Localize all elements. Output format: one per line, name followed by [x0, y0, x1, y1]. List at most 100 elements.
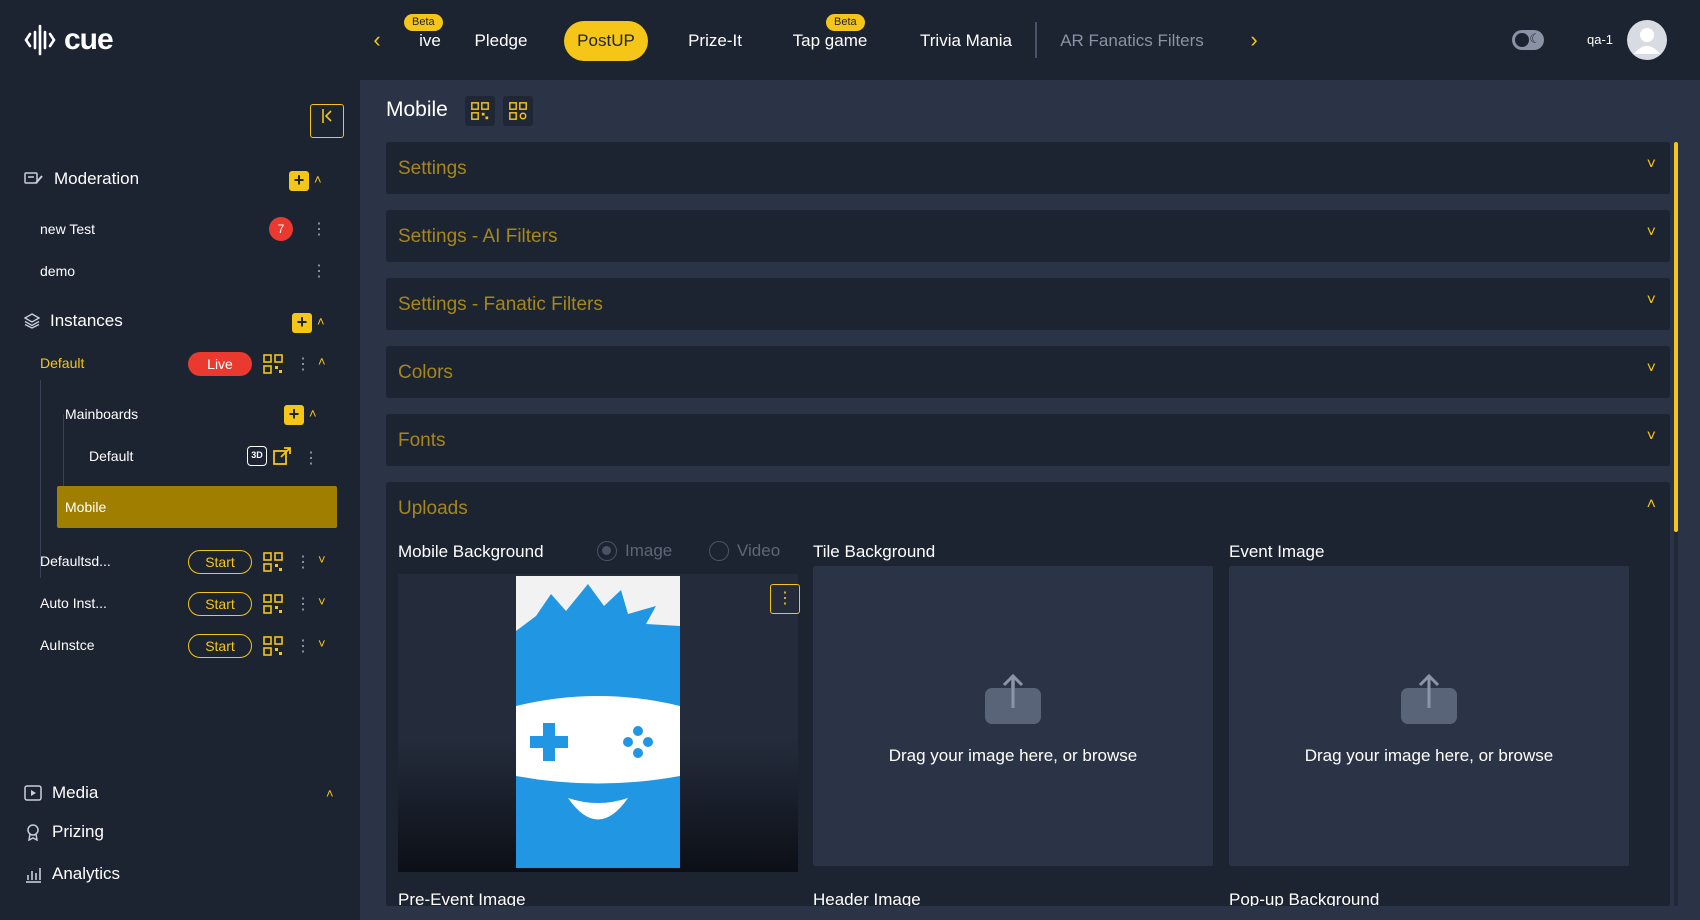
accordion-title: Settings - Fanatic Filters: [398, 294, 603, 315]
mainboards-header[interactable]: Mainboards: [65, 406, 138, 422]
tab-postup[interactable]: PostUP: [564, 21, 648, 61]
accordion-title: Fonts: [398, 430, 446, 451]
page-title: Mobile: [386, 98, 448, 121]
instance-auto-inst[interactable]: Auto Inst...: [40, 595, 107, 611]
moderation-section-header[interactable]: Moderation: [24, 169, 139, 189]
radio-video[interactable]: Video: [709, 541, 780, 561]
settings-accordion[interactable]: Settings ˅: [386, 142, 1670, 194]
pre-event-image-label: Pre-Event Image: [398, 890, 526, 906]
collapse-sidebar-button[interactable]: [310, 104, 344, 138]
start-button[interactable]: Start: [188, 634, 252, 658]
tab-divider: [1035, 22, 1037, 58]
tab-label: ive: [419, 31, 441, 50]
chevron-up-icon[interactable]: ˄: [318, 354, 326, 369]
bar-chart-icon: [26, 868, 41, 883]
sidebar-item-analytics[interactable]: Analytics: [24, 864, 120, 884]
tab-label: Trivia Mania: [920, 31, 1012, 50]
tab-live[interactable]: Beta ive: [400, 14, 460, 61]
moderation-item-new-test[interactable]: new Test: [40, 221, 95, 237]
award-icon: [27, 824, 39, 841]
theme-toggle[interactable]: ☾: [1512, 30, 1544, 50]
fonts-accordion[interactable]: Fonts ˅: [386, 414, 1670, 466]
live-badge[interactable]: Live: [188, 352, 252, 376]
radio-image[interactable]: Image: [597, 541, 672, 561]
accordion-title: Settings - AI Filters: [398, 226, 558, 247]
add-moderation-button[interactable]: +: [289, 171, 309, 191]
event-image-label: Event Image: [1229, 542, 1325, 561]
chevron-down-icon: ˅: [1646, 428, 1656, 445]
sidebar-item-media[interactable]: Media: [24, 783, 98, 803]
instance-default[interactable]: Default: [40, 355, 84, 371]
chevron-up-icon[interactable]: ˄: [326, 786, 334, 801]
tab-trivia-mania[interactable]: Trivia Mania: [916, 21, 1016, 61]
dropzone-text: Drag your image here, or browse: [888, 746, 1138, 765]
mobile-background-preview: ⋮: [398, 574, 800, 872]
scrollbar-thumb[interactable]: [1674, 142, 1678, 532]
add-instance-button[interactable]: +: [292, 313, 312, 333]
radio-label: Video: [737, 541, 781, 560]
tab-label: PostUP: [577, 31, 635, 50]
more-options-icon[interactable]: ⋮: [311, 261, 327, 281]
chevron-up-icon[interactable]: ˄: [317, 314, 325, 329]
more-options-icon[interactable]: ⋮: [295, 354, 311, 374]
tabs-scroll-right-icon[interactable]: ›: [1240, 26, 1268, 54]
notification-badge: 7: [269, 217, 293, 241]
start-button[interactable]: Start: [188, 592, 252, 616]
settings-fanatic-filters-accordion[interactable]: Settings - Fanatic Filters ˅: [386, 278, 1670, 330]
tab-label: Pledge: [474, 31, 528, 50]
chevron-down-icon: ˅: [1646, 224, 1656, 241]
chevron-up-icon[interactable]: ˄: [1647, 496, 1656, 514]
gamer-mascot-illustration: [516, 584, 680, 868]
tab-label: Prize-It: [688, 31, 742, 50]
chevron-up-icon[interactable]: ˄: [309, 406, 317, 421]
instance-defaultsd[interactable]: Defaultsd...: [40, 553, 111, 569]
toggle-knob: [1515, 33, 1529, 47]
tab-tap-game[interactable]: Beta Tap game: [788, 14, 872, 61]
mascot-image: [516, 576, 680, 868]
qr-code-icon[interactable]: [262, 353, 284, 375]
cue-logo[interactable]: cue: [24, 20, 114, 60]
preview-options-button[interactable]: ⋮: [770, 584, 800, 614]
avatar[interactable]: [1627, 20, 1667, 60]
tab-label: Tap game: [792, 31, 868, 50]
sidebar-item-mobile[interactable]: Mobile: [57, 486, 337, 528]
more-options-icon[interactable]: ⋮: [303, 448, 319, 468]
colors-accordion[interactable]: Colors ˅: [386, 346, 1670, 398]
chevron-down-icon[interactable]: ˅: [318, 594, 326, 609]
more-options-icon[interactable]: ⋮: [295, 594, 311, 614]
chevron-down-icon[interactable]: ˅: [318, 552, 326, 567]
mainboard-default[interactable]: Default: [89, 448, 133, 464]
tile-background-dropzone[interactable]: Drag your image here, or browse: [813, 566, 1213, 866]
instance-auinstce[interactable]: AuInstce: [40, 637, 94, 653]
more-options-icon[interactable]: ⋮: [295, 636, 311, 656]
settings-ai-filters-accordion[interactable]: Settings - AI Filters ˅: [386, 210, 1670, 262]
qr-code-icon[interactable]: [262, 635, 284, 657]
3d-view-icon[interactable]: 3D: [247, 446, 267, 466]
popup-background-label: Pop-up Background: [1229, 890, 1380, 906]
event-image-dropzone[interactable]: Drag your image here, or browse: [1229, 566, 1629, 866]
username: qa-1: [1587, 32, 1614, 47]
qr-code-icon[interactable]: [262, 593, 284, 615]
tabs-scroll-left-icon[interactable]: ‹: [363, 26, 391, 54]
instances-section-header[interactable]: Instances: [24, 311, 123, 331]
chevron-down-icon[interactable]: ˅: [318, 636, 326, 651]
start-button[interactable]: Start: [188, 550, 252, 574]
sidebar-item-prizing[interactable]: Prizing: [24, 822, 104, 842]
accordion-title[interactable]: Uploads: [398, 498, 468, 520]
add-mainboard-button[interactable]: +: [284, 405, 304, 425]
qr-code-settings-button[interactable]: [503, 96, 533, 126]
chevron-down-icon: ˅: [1646, 360, 1656, 377]
qr-code-icon[interactable]: [262, 551, 284, 573]
more-options-icon[interactable]: ⋮: [295, 552, 311, 572]
tab-ar-fanatics-filters[interactable]: AR Fanatics Filters: [1058, 21, 1206, 61]
external-link-icon[interactable]: [272, 446, 292, 466]
more-options-icon[interactable]: ⋮: [311, 219, 327, 239]
dropzone-text: Drag your image here, or browse: [1304, 746, 1554, 765]
layers-icon: [24, 313, 40, 329]
chevron-up-icon[interactable]: ˄: [314, 172, 322, 187]
qr-settings-icon: [509, 102, 527, 120]
moderation-item-demo[interactable]: demo: [40, 263, 75, 279]
tab-prize-it[interactable]: Prize-It: [680, 21, 750, 61]
tab-pledge[interactable]: Pledge: [466, 21, 536, 61]
qr-code-button[interactable]: [465, 96, 495, 126]
